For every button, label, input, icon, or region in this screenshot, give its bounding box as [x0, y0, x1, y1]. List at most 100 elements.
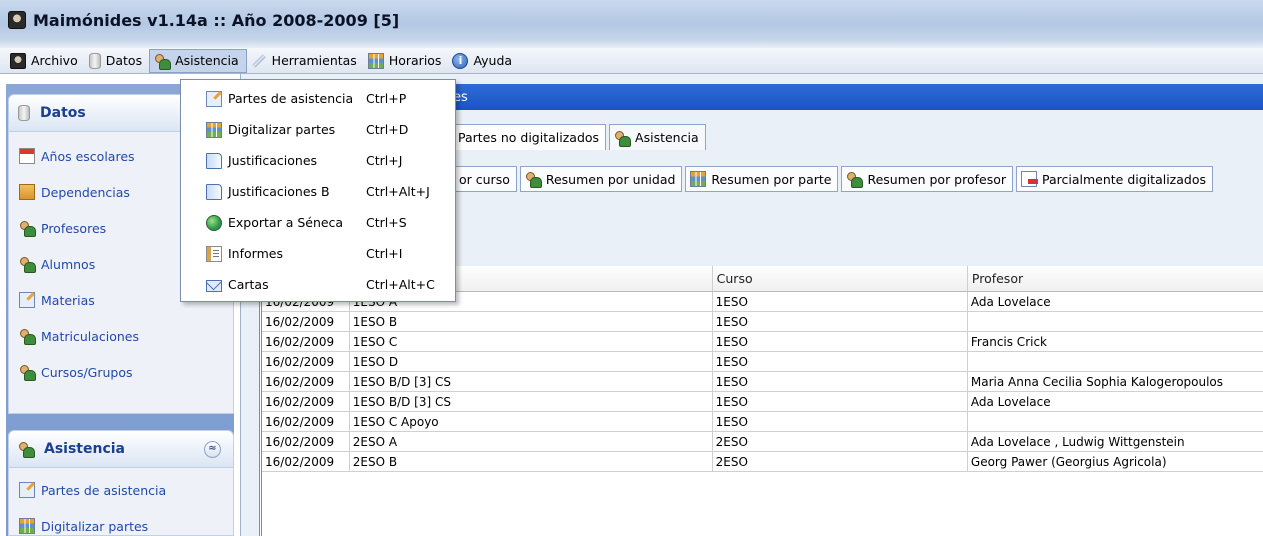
cell-curso: 1ESO — [713, 312, 968, 331]
menu-item-digitalizar-partes[interactable]: Digitalizar partes Ctrl+D — [181, 114, 455, 145]
menu-item-shortcut: Ctrl+P — [366, 91, 407, 106]
app-icon — [10, 52, 26, 69]
notebook-icon — [19, 292, 35, 308]
sidebar-item-digitalizar-partes[interactable]: Digitalizar partes — [9, 508, 233, 536]
menu-label: Datos — [105, 53, 143, 68]
menu-label: Archivo — [31, 53, 78, 68]
edit-sheet-icon — [206, 90, 222, 107]
subtab-resumen-unidad[interactable]: Resumen por unidad — [519, 166, 683, 192]
subtab-label: Parcialmente digitalizados — [1042, 171, 1206, 187]
table-row[interactable]: 16/02/2009 2ESO A 2ESO Ada Lovelace , Lu… — [262, 432, 1263, 452]
cell-profesor: Ada Lovelace — [968, 392, 1263, 411]
chevron-up-icon[interactable]: ≈ — [204, 440, 221, 458]
subtab-label: Resumen por profesor — [867, 171, 1007, 187]
menu-item-exportar-seneca[interactable]: Exportar a Séneca Ctrl+S — [181, 207, 455, 238]
subtab-parcialmente-digitalizados[interactable]: Parcialmente digitalizados — [1016, 166, 1213, 192]
sidebar-item-cursos-grupos[interactable]: Cursos/Grupos — [9, 354, 233, 390]
menu-asistencia[interactable]: Asistencia — [149, 48, 247, 73]
subtab-resumen-profesor[interactable]: Resumen por profesor — [841, 166, 1014, 192]
title-bar-strip — [0, 40, 1263, 48]
table-row[interactable]: 16/02/2009 1ESO C 1ESO Francis Crick — [262, 332, 1263, 352]
menu-label: Herramientas — [271, 53, 357, 68]
menu-item-shortcut: Ctrl+I — [366, 246, 403, 261]
teacher-icon — [19, 220, 36, 237]
table-row[interactable]: 16/02/2009 1ESO C Apoyo 1ESO — [262, 412, 1263, 432]
menu-item-shortcut: Ctrl+S — [366, 215, 407, 230]
menu-herramientas[interactable]: Herramientas — [247, 49, 364, 73]
cell-fecha: 16/02/2009 — [262, 372, 350, 391]
group-icon — [19, 328, 36, 345]
table-row[interactable]: 16/02/2009 1ESO B 1ESO — [262, 312, 1263, 332]
cell-dependencia: 1ESO C — [350, 332, 713, 351]
cell-profesor: Georg Pawer (Georgius Agricola) — [968, 452, 1263, 471]
sidebar-item-partes-asistencia[interactable]: Partes de asistencia — [9, 472, 233, 508]
menu-item-justificaciones-b[interactable]: Justificaciones B Ctrl+Alt+J — [181, 176, 455, 207]
cell-fecha: 16/02/2009 — [262, 452, 350, 471]
box-icon — [19, 184, 35, 200]
menu-item-label: Informes — [228, 246, 283, 261]
cell-fecha: 16/02/2009 — [262, 312, 350, 331]
grid-icon — [367, 52, 384, 69]
menu-item-label: Justificaciones B — [228, 184, 330, 199]
cell-dependencia: 1ESO B/D [3] CS — [350, 392, 713, 411]
menu-archivo[interactable]: Archivo — [6, 49, 85, 73]
menu-item-shortcut: Ctrl+Alt+C — [366, 277, 435, 292]
cell-curso: 1ESO — [713, 372, 968, 391]
menu-item-partes-asistencia[interactable]: Partes de asistencia Ctrl+P — [181, 83, 455, 114]
menu-item-justificaciones[interactable]: Justificaciones Ctrl+J — [181, 145, 455, 176]
sidebar-item-matriculaciones[interactable]: Matriculaciones — [9, 318, 233, 354]
cell-dependencia: 1ESO B/D [3] CS — [350, 372, 713, 391]
cell-dependencia: 1ESO B — [350, 312, 713, 331]
panel-asistencia-header[interactable]: Asistencia ≈ — [9, 431, 233, 468]
menu-item-label: Digitalizar partes — [228, 122, 336, 137]
menu-label: Asistencia — [175, 53, 239, 68]
sidebar-item-label: Partes de asistencia — [41, 482, 167, 498]
app-icon — [8, 11, 26, 29]
tab-asistencia[interactable]: Asistencia — [609, 124, 706, 150]
menu-ayuda[interactable]: Ayuda — [448, 49, 519, 73]
column-header-curso[interactable]: Curso — [713, 266, 968, 291]
menu-item-label: Partes de asistencia — [228, 91, 354, 106]
cell-curso: 1ESO — [713, 332, 968, 351]
cell-curso: 1ESO — [713, 412, 968, 431]
database-icon — [88, 52, 101, 69]
document-icon — [206, 152, 222, 169]
subtab-por-curso[interactable]: or curso — [453, 166, 517, 192]
cell-fecha: 16/02/2009 — [262, 392, 350, 411]
scan-icon — [19, 518, 35, 534]
cell-fecha: 16/02/2009 — [262, 412, 350, 431]
cell-profesor: Francis Crick — [968, 332, 1263, 351]
menu-datos[interactable]: Datos — [85, 49, 149, 73]
cell-profesor: Maria Anna Cecilia Sophia Kalogeropoulos — [968, 372, 1263, 391]
info-icon — [452, 52, 469, 69]
mail-icon — [206, 279, 222, 292]
subtabs: or curso Resumen por unidad Resumen por … — [453, 166, 1216, 192]
cell-dependencia: 1ESO C Apoyo — [350, 412, 713, 431]
subtab-resumen-parte[interactable]: Resumen por parte — [685, 166, 839, 192]
table-row[interactable]: 16/02/2009 1ESO D 1ESO — [262, 352, 1263, 372]
panel-asistencia: Asistencia ≈ Partes de asistencia Digita… — [8, 430, 234, 536]
subtab-label: or curso — [459, 171, 510, 187]
table-row[interactable]: 16/02/2009 1ESO B/D [3] CS 1ESO Ada Love… — [262, 392, 1263, 412]
column-header-profesor[interactable]: Profesor — [968, 266, 1263, 291]
title-bar: Maimónides v1.14a :: Año 2008-2009 [5] — [0, 0, 1263, 40]
menu-item-label: Cartas — [228, 277, 269, 292]
menu-horarios[interactable]: Horarios — [364, 49, 449, 73]
menu-item-cartas[interactable]: Cartas Ctrl+Alt+C — [181, 269, 455, 300]
menu-item-label: Exportar a Séneca — [228, 215, 344, 230]
menu-item-informes[interactable]: Informes Ctrl+I — [181, 238, 455, 269]
table-row[interactable]: 16/02/2009 2ESO B 2ESO Georg Pawer (Geor… — [262, 452, 1263, 472]
cell-dependencia: 2ESO A — [350, 432, 713, 451]
tab-partes-no-digitalizados[interactable]: Partes no digitalizados — [453, 124, 607, 150]
cell-curso: 2ESO — [713, 432, 968, 451]
menu-item-shortcut: Ctrl+J — [366, 153, 403, 168]
cell-curso: 2ESO — [713, 452, 968, 471]
scan-icon — [206, 121, 222, 138]
data-table: ncia Curso Profesor 16/02/2009 1ESO A 1E… — [259, 266, 1263, 536]
window-title: Maimónides v1.14a :: Año 2008-2009 [5] — [33, 10, 400, 30]
tab-label: Partes no digitalizados — [458, 130, 600, 145]
database-icon — [18, 105, 30, 121]
tab-label: Asistencia — [635, 130, 699, 145]
subtab-label: Resumen por unidad — [545, 171, 676, 187]
table-row[interactable]: 16/02/2009 1ESO B/D [3] CS 1ESO Maria An… — [262, 372, 1263, 392]
